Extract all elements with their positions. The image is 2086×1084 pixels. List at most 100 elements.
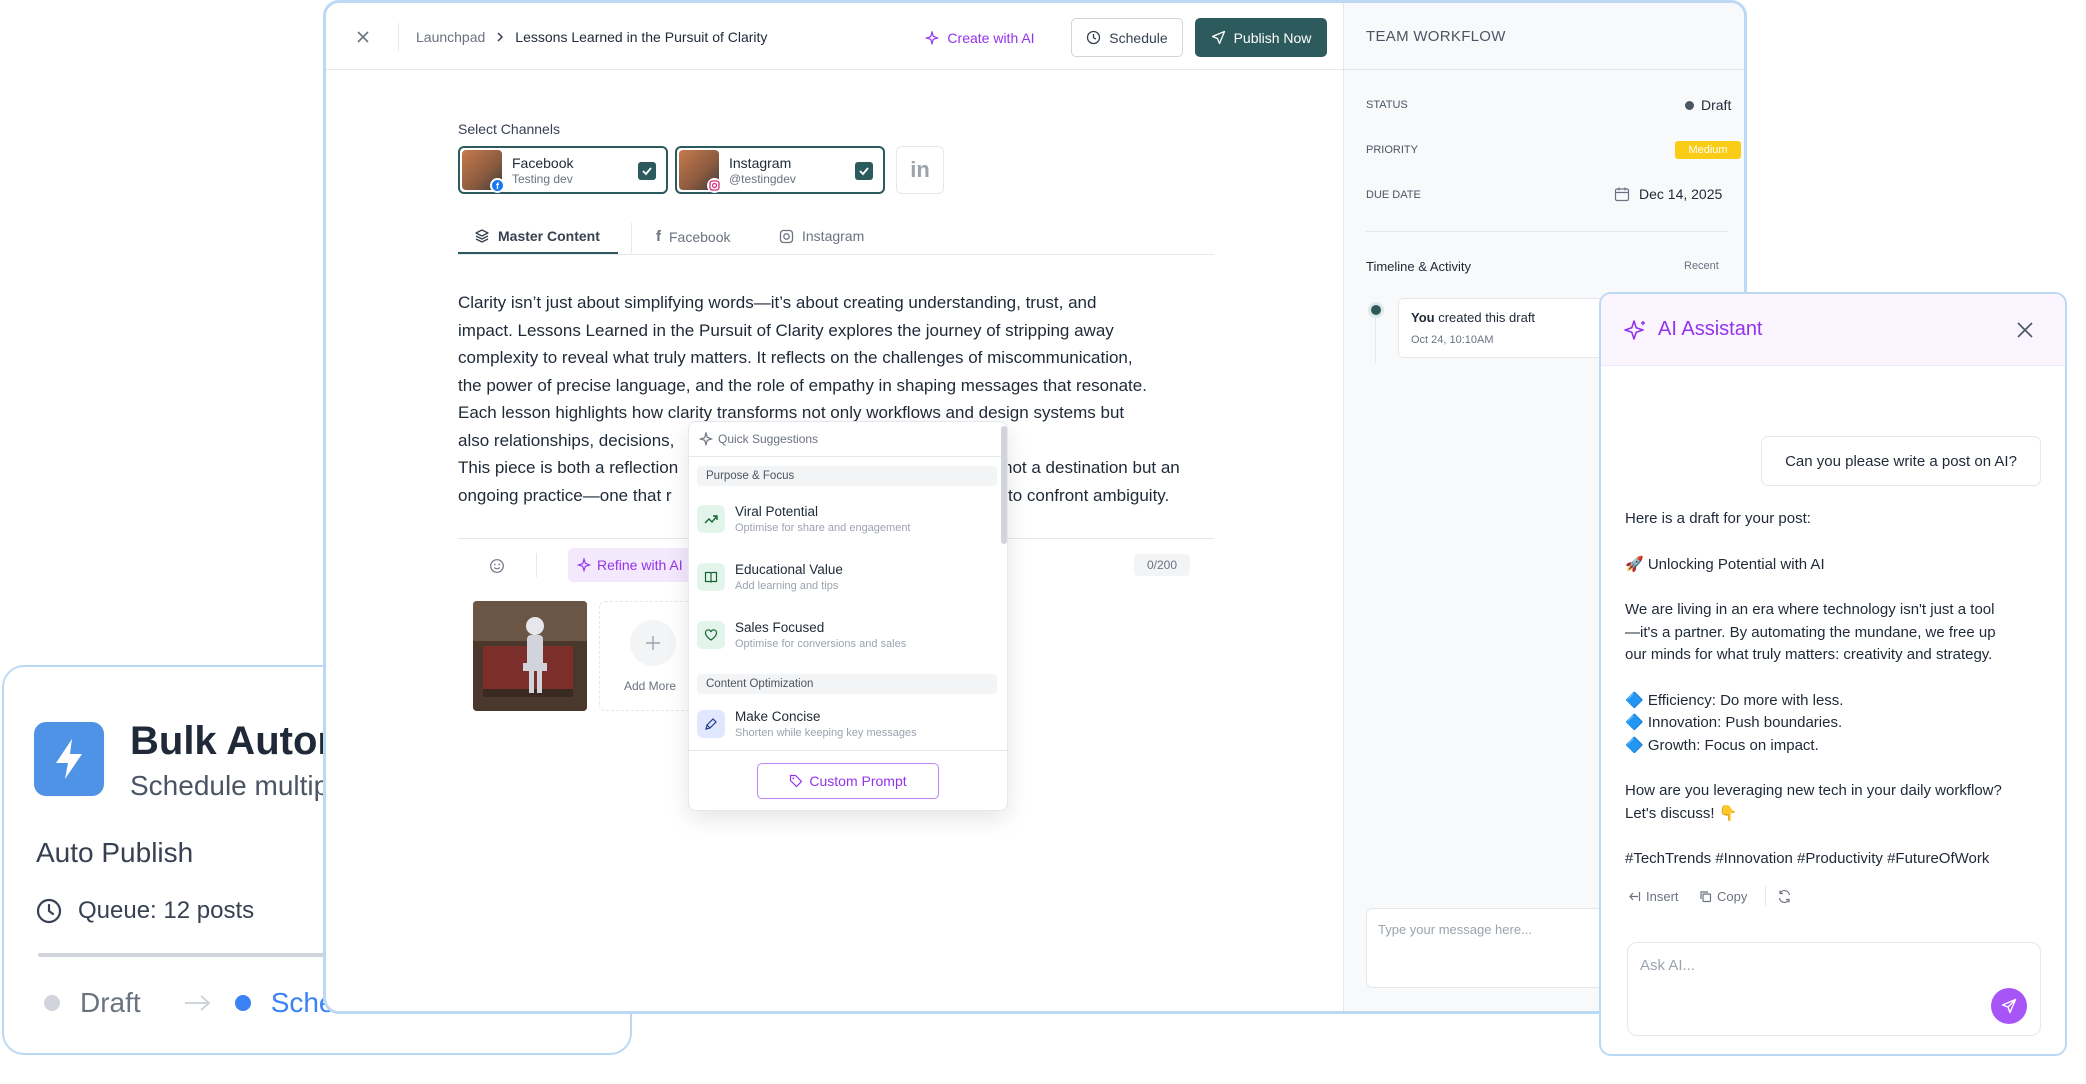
custom-prompt-button[interactable]: Custom Prompt [757,763,939,799]
select-channels-label: Select Channels [458,121,560,137]
insert-button[interactable]: Insert [1628,889,1679,904]
create-with-ai-button[interactable]: Create with AI [916,21,1044,55]
send-button[interactable] [1991,988,2027,1024]
close-icon[interactable] [356,30,370,44]
auto-publish-label: Auto Publish [36,837,194,868]
layers-icon [474,228,490,244]
ai-hashtags: #TechTrends #Innovation #Productivity #F… [1625,850,1990,867]
tag-icon [789,774,803,788]
content-line: complexity to reveal what truly matters.… [458,348,1133,367]
create-with-ai-label: Create with AI [947,30,1035,46]
status-dot [1685,100,1694,110]
character-count: 0/200 [1134,554,1190,576]
regenerate-icon[interactable] [1777,889,1792,904]
channel-name: Facebook [512,154,574,171]
publish-now-button[interactable]: Publish Now [1195,18,1327,57]
due-date-text: Dec 14, 2025 [1639,186,1723,202]
sparkle-icon [577,558,591,572]
suggestion-viral-potential[interactable]: Viral Potential Optimise for share and en… [697,502,911,534]
ai-bullet: 🔷 Innovation: Push boundaries. [1625,714,1843,731]
facebook-badge-icon: f [490,178,505,193]
pen-icon [697,710,725,738]
quick-suggestions-title: Quick Suggestions [718,432,819,446]
add-more-label: Add More [623,679,677,693]
priority-badge[interactable]: Medium [1675,141,1741,159]
insert-label: Insert [1646,889,1679,904]
tab-facebook[interactable]: f Facebook [656,228,730,245]
ai-title: AI Assistant [1658,318,1763,340]
divider [689,456,1007,457]
trending-up-icon [697,505,725,533]
channel-instagram[interactable]: Instagram @testingdev [675,146,885,194]
refine-label: Refine with AI [597,557,683,573]
media-thumbnail[interactable] [473,601,587,711]
checkbox-checked-icon[interactable] [638,162,656,180]
due-date-value[interactable]: Dec 14, 2025 [1614,186,1722,202]
avatar [679,150,722,193]
suggestion-title: Educational Value [735,562,843,577]
facebook-icon: f [656,228,661,245]
flow-draft-label: Draft [80,987,141,1018]
sparkle-icon [925,31,940,45]
calendar-icon [1614,186,1630,202]
quick-suggestions-header: Quick Suggestions [699,432,818,446]
send-icon [2001,998,2017,1014]
channel-facebook[interactable]: f Facebook Testing dev [458,146,668,194]
activity-text: You created this draft [1411,310,1535,325]
linkedin-icon: in [910,157,930,182]
instagram-icon [779,229,794,244]
suggestion-educational-value[interactable]: Educational Value Add learning and tips [697,560,843,592]
ai-paragraph: We are living in an era where technology… [1625,599,2055,667]
ai-line: our minds for what truly matters: creati… [1625,646,1993,663]
suggestion-sales-focused[interactable]: Sales Focused Optimise for conversions an… [697,618,906,650]
insert-icon [1628,890,1641,903]
draft-dot [44,995,60,1011]
breadcrumb-root[interactable]: Launchpad [416,29,485,45]
suggestion-make-concise[interactable]: Make Concise Shorten while keeping key me… [697,707,917,739]
checkbox-checked-icon[interactable] [855,162,873,180]
linkedin-channel-button[interactable]: in [896,146,944,194]
queue-count: Queue: 12 posts [78,897,255,924]
suggestion-desc: Optimise for share and engagement [735,522,911,534]
content-line: Clarity isn’t just about simplifying wor… [458,293,1097,312]
divider [689,750,1007,751]
suggestion-title: Viral Potential [735,504,819,519]
suggestion-title: Make Concise [735,709,821,724]
divider [398,23,399,51]
channel-handle: Testing dev [512,171,573,186]
ai-line: How are you leveraging new tech in your … [1625,782,2002,799]
ai-line: We are living in an era where technology… [1625,601,1995,618]
content-line-tail: to confront ambiguity. [1008,485,1170,505]
editor-header: Launchpad Lessons Learned in the Pursuit… [326,3,1343,70]
close-icon[interactable] [2016,321,2034,339]
content-line: the power of precise language, and the r… [458,375,1147,395]
tab-master-content[interactable]: Master Content [474,228,600,244]
activity-time: Oct 24, 10:10AM [1411,334,1494,346]
ask-ai-input[interactable]: Ask AI... [1627,942,2041,1036]
schedule-button[interactable]: Schedule [1071,18,1183,57]
tab-label: Master Content [498,228,600,244]
suggestion-title: Sales Focused [735,620,825,635]
bulk-title: Bulk Autom [130,719,353,763]
emoji-icon[interactable] [489,558,505,574]
publish-flow: Draft Sched [44,987,350,1019]
section-purpose-focus: Purpose & Focus [697,466,997,486]
suggestion-desc: Add learning and tips [735,580,839,592]
suggestion-desc: Optimise for conversions and sales [735,638,907,650]
book-icon [697,563,725,591]
status-value: Draft [1701,97,1732,113]
refine-with-ai-button[interactable]: Refine with AI [568,548,693,582]
timeline-recent[interactable]: Recent [1684,260,1719,272]
copy-button[interactable]: Copy [1699,889,1747,904]
scrollbar[interactable] [1001,426,1007,544]
copy-icon [1699,890,1712,903]
divider [631,223,632,253]
timeline-title: Timeline & Activity [1366,259,1471,274]
content-line: This piece is both a reflection [458,458,679,477]
ai-question: How are you leveraging new tech in your … [1625,780,2055,825]
tab-instagram[interactable]: Instagram [779,228,864,244]
timeline-line [1375,313,1376,363]
sparkle-icon [699,432,713,446]
status-badge[interactable]: Draft [1685,97,1731,113]
ai-bullet: 🔷 Growth: Focus on impact. [1625,736,1819,754]
